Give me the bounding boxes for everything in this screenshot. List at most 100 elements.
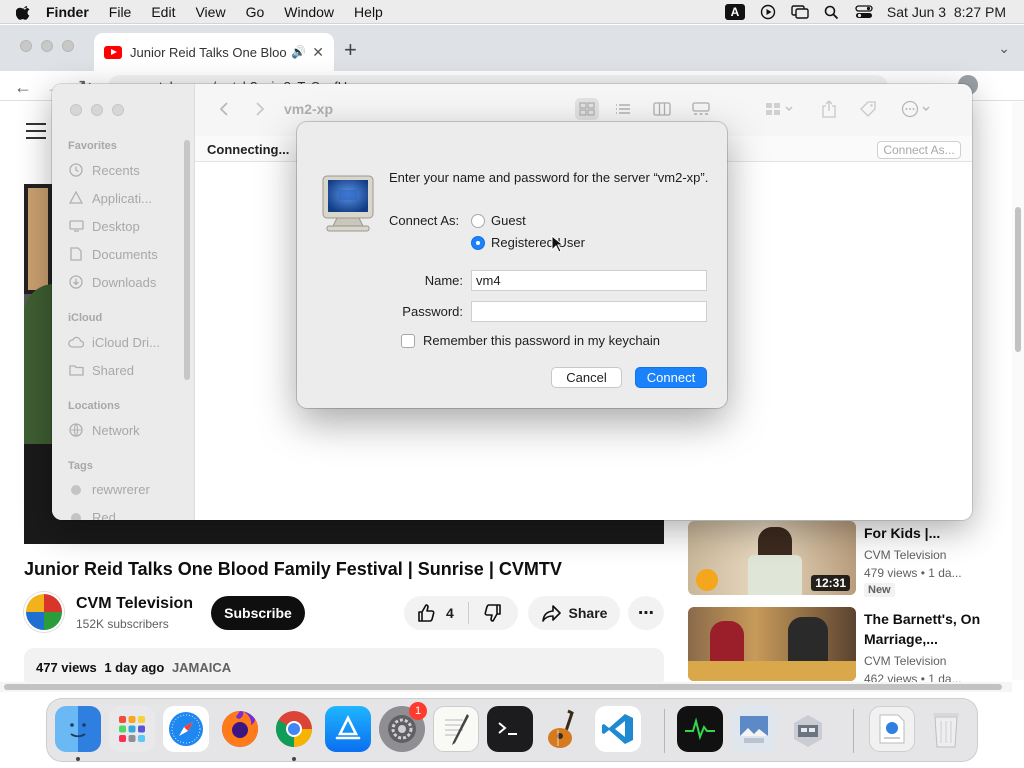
finder-close-button[interactable] [70,104,82,116]
sidebar-tag-red[interactable]: Red [68,510,116,520]
subscribe-button[interactable]: Subscribe [211,596,305,630]
finder-minimize-button[interactable] [91,104,103,116]
channel-name[interactable]: CVM Television [76,595,193,613]
recommendation-thumbnail[interactable]: 12:31 [688,521,856,595]
share-icon[interactable] [819,98,839,120]
action-menu-icon[interactable] [899,98,935,120]
input-source-icon[interactable]: A [724,4,745,20]
sidebar-item-desktop[interactable]: Desktop [68,218,140,234]
dock-vscode-icon[interactable] [595,706,641,752]
dock-preview-icon[interactable] [731,706,777,752]
tab-search-chevron-icon[interactable]: ⌄ [998,40,1010,57]
list-view-icon[interactable] [611,98,635,120]
dock-system-settings-icon[interactable]: 1 [379,702,427,752]
control-center-icon[interactable] [855,4,873,20]
menu-window[interactable]: Window [284,4,334,20]
sidebar-tag-rewwrerer[interactable]: rewwrerer [68,482,150,497]
dock-boot-camp-icon[interactable] [785,706,831,752]
remember-password-checkbox[interactable]: Remember this password in my keychain [401,333,660,348]
dock-firefox-icon[interactable] [217,706,263,752]
back-arrow-icon[interactable]: ← [14,77,32,98]
sidebar-item-network[interactable]: Network [68,422,140,438]
connect-button[interactable]: Connect [635,367,707,388]
dock-activity-monitor-icon[interactable] [677,706,723,752]
recommendation-title[interactable]: The Barnett's, On Marriage,... [864,609,994,649]
spotlight-search-icon[interactable] [823,4,841,20]
tag-icon[interactable] [857,98,879,120]
menu-view[interactable]: View [195,4,225,20]
password-field[interactable] [471,301,707,322]
page-vertical-scrollbar[interactable] [1012,102,1024,680]
column-view-icon[interactable] [650,98,674,120]
now-playing-icon[interactable] [759,4,777,20]
download-icon [68,274,84,290]
sidebar-item-shared[interactable]: Shared [68,362,134,378]
channel-avatar[interactable] [24,592,64,632]
connect-as-button[interactable]: Connect As... [877,141,961,159]
share-button[interactable]: Share [528,596,620,630]
cancel-button[interactable]: Cancel [551,367,622,388]
server-login-dialog: Enter your name and password for the ser… [297,122,727,408]
icon-view-icon[interactable] [575,98,599,120]
radio-off-icon[interactable] [471,213,485,228]
name-field[interactable] [471,270,707,291]
dock-downloads-stack-icon[interactable] [869,706,915,752]
speaker-icon[interactable]: 🔊 [291,45,306,59]
recommendation-channel[interactable]: CVM Television [864,548,946,562]
page-horizontal-scrollbar[interactable] [0,682,1012,692]
recommendation-thumbnail[interactable] [688,607,856,681]
menu-file[interactable]: File [109,4,132,20]
apple-menu-icon[interactable] [16,4,32,20]
sidebar-item-applications[interactable]: Applicati... [68,190,152,206]
dock-finder-icon[interactable] [55,706,101,752]
finder-zoom-button[interactable] [112,104,124,116]
group-by-icon[interactable] [762,98,798,120]
menu-edit[interactable]: Edit [151,4,175,20]
dock-terminal-icon[interactable] [487,706,533,752]
radio-on-icon[interactable] [471,235,485,250]
sidebar-scrollbar[interactable] [184,140,190,380]
sidebar-item-icloud-drive[interactable]: iCloud Dri... [68,334,160,350]
dock-textedit-icon[interactable] [433,706,479,752]
like-button[interactable]: 4 [404,602,469,624]
video-duration: 12:31 [811,575,850,591]
sidebar-item-recents[interactable]: Recents [68,162,140,178]
dock-trash-icon[interactable] [923,706,969,752]
menu-app-finder[interactable]: Finder [46,4,89,20]
subscriber-count: 152K subscribers [76,617,169,631]
browser-window-controls[interactable] [20,40,74,52]
dock-safari-icon[interactable] [163,706,209,752]
finder-window-controls[interactable] [70,104,124,116]
dock-garageband-icon[interactable] [541,706,587,752]
finder-forward-icon[interactable] [253,98,267,120]
browser-tab-active[interactable]: Junior Reid Talks One Blood Family Festi… [94,33,334,71]
menubar-clock[interactable]: Sat Jun 3 8:27 PM [887,4,1006,20]
document-icon [68,246,84,262]
menu-go[interactable]: Go [246,4,265,20]
hamburger-menu-icon[interactable] [26,123,46,144]
dock: 1 [46,698,978,762]
close-tab-icon[interactable]: ✕ [312,44,324,61]
dislike-button[interactable] [469,603,503,623]
menu-help[interactable]: Help [354,4,383,20]
hashtag-link[interactable]: JAMAICA [172,660,231,675]
gallery-view-icon[interactable] [689,98,713,120]
checkbox-unchecked-icon[interactable] [401,333,415,348]
recommendation-title[interactable]: For Kids |... [864,523,994,543]
recommendation-channel[interactable]: CVM Television [864,654,946,668]
zoom-window-button[interactable] [62,40,74,52]
screen-mirroring-icon[interactable] [791,4,809,20]
sidebar-item-downloads[interactable]: Downloads [68,274,156,290]
dock-app-store-icon[interactable] [325,706,371,752]
close-window-button[interactable] [20,40,32,52]
minimize-window-button[interactable] [41,40,53,52]
new-tab-button[interactable]: + [344,37,357,63]
guest-radio[interactable]: Guest [471,213,526,228]
sidebar-item-documents[interactable]: Documents [68,246,158,262]
dock-launchpad-icon[interactable] [109,706,155,752]
more-actions-button[interactable]: ⋯ [628,596,664,630]
registered-user-radio[interactable]: Registered User [471,235,585,250]
finder-back-icon[interactable] [217,98,231,120]
password-label: Password: [402,304,463,319]
dock-chrome-icon[interactable] [271,706,317,752]
